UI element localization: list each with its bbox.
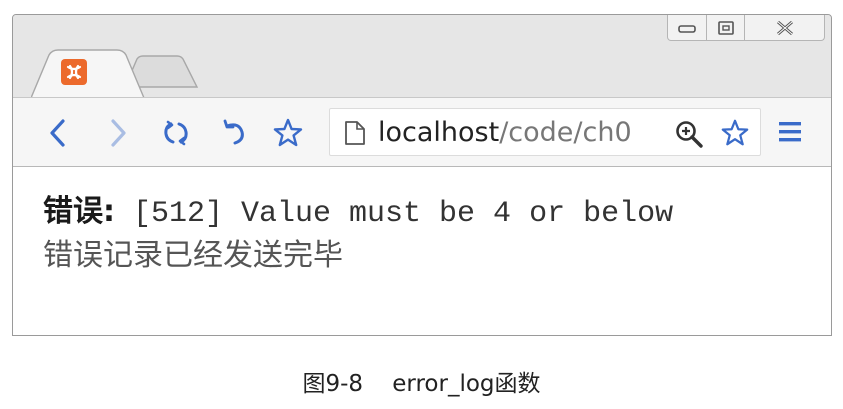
page-icon xyxy=(345,121,365,145)
bookmark-button[interactable] xyxy=(271,116,305,150)
forward-icon xyxy=(111,119,126,147)
forward-button[interactable] xyxy=(101,116,135,150)
window-controls xyxy=(667,15,825,47)
error-message: [512] Value must be 4 or below xyxy=(115,197,674,231)
undo-button[interactable] xyxy=(217,116,251,150)
minimize-icon xyxy=(678,24,696,33)
error-label: 错误: xyxy=(43,194,115,229)
reload-icon xyxy=(164,120,188,146)
browser-toolbar: localhost/code/ch0 xyxy=(13,97,831,167)
maximize-icon xyxy=(717,20,734,35)
url-path: /code/ch0 xyxy=(499,117,632,148)
back-button[interactable] xyxy=(41,116,75,150)
minimize-button[interactable] xyxy=(667,15,707,41)
page-content: 错误: [512] Value must be 4 or below 错误记录已… xyxy=(13,167,831,335)
status-line: 错误记录已经发送完毕 xyxy=(43,238,343,273)
url-host: localhost xyxy=(378,117,500,148)
xampp-favicon-icon xyxy=(61,59,87,85)
star-icon[interactable] xyxy=(720,118,750,148)
bookmark-star-icon xyxy=(273,118,303,147)
close-button[interactable] xyxy=(745,15,825,41)
figure-caption: 图9-8 error_log函数 xyxy=(302,371,541,397)
zoom-button[interactable] xyxy=(674,119,704,149)
url-text[interactable]: localhost/code/ch0 xyxy=(378,116,632,150)
maximize-button[interactable] xyxy=(707,15,745,41)
zoom-icon xyxy=(676,121,703,148)
address-bar[interactable]: localhost/code/ch0 xyxy=(329,108,761,156)
title-bar xyxy=(13,15,831,99)
error-line: 错误: [512] Value must be 4 or below xyxy=(43,193,673,233)
back-icon xyxy=(50,119,65,147)
undo-icon xyxy=(223,119,244,145)
browser-window: localhost/code/ch0 错误: [512] Value must … xyxy=(12,14,832,336)
close-icon xyxy=(776,20,793,35)
tab-active[interactable] xyxy=(31,49,151,99)
menu-icon[interactable] xyxy=(777,120,803,144)
reload-button[interactable] xyxy=(159,116,193,150)
